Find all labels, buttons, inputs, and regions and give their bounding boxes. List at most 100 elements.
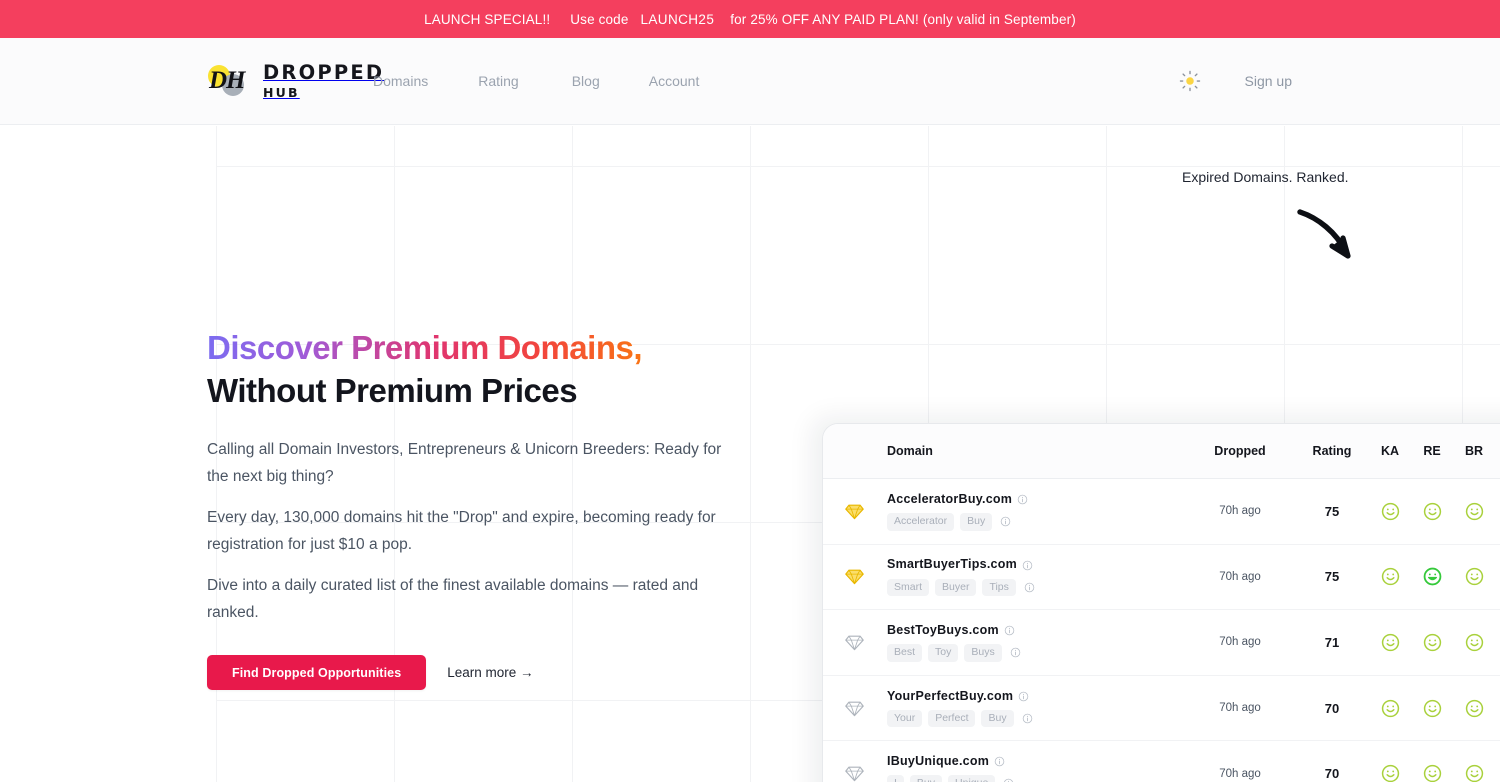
- hero-section: Expired Domains. Ranked. Discover Premiu…: [0, 126, 1500, 782]
- score-face-br[interactable]: [1453, 567, 1495, 586]
- logo-monogram: DH: [209, 67, 245, 94]
- table-row[interactable]: BestToyBuys.com Best Toy Buys 70h ago 71: [823, 610, 1500, 676]
- dropped-time: 70h ago: [1219, 570, 1261, 583]
- score-face-br[interactable]: [1453, 764, 1495, 782]
- table-body: AcceleratorBuy.com Accelerator Buy 70h ago 7…: [823, 479, 1500, 782]
- rating-score: 71: [1324, 634, 1340, 650]
- dropped-time: 70h ago: [1219, 702, 1261, 715]
- table-header-row: Domain Dropped Rating KA RE BR CC PS: [823, 424, 1500, 479]
- score-face-br[interactable]: [1453, 699, 1495, 718]
- table-row[interactable]: IBuyUnique.com I Buy Unique 70h ago 70: [823, 741, 1500, 782]
- column-header-re[interactable]: RE: [1411, 444, 1453, 458]
- column-header-br[interactable]: BR: [1453, 444, 1495, 458]
- announcement-promo-code: LAUNCH25: [640, 11, 715, 27]
- keyword-tag-list: Your Perfect Buy: [887, 709, 1185, 728]
- site-header: DH DROPPED HUB Domains Rating Blog Accou…: [0, 38, 1500, 125]
- table-row[interactable]: AcceleratorBuy.com Accelerator Buy 70h ago 7…: [823, 479, 1500, 545]
- info-icon[interactable]: [1024, 578, 1035, 596]
- domain-name[interactable]: YourPerfectBuy.com: [887, 689, 1185, 703]
- score-face-re[interactable]: [1411, 633, 1453, 652]
- score-face-cc[interactable]: [1495, 764, 1500, 782]
- score-face-cc[interactable]: [1495, 567, 1500, 586]
- keyword-tag[interactable]: Smart: [887, 578, 930, 597]
- keyword-tag-list: Best Toy Buys: [887, 644, 1185, 662]
- domain-cell: SmartBuyerTips.com Smart Buyer Tips: [885, 557, 1185, 597]
- domain-name[interactable]: BestToyBuys.com: [887, 623, 1185, 637]
- keyword-tag[interactable]: Perfect: [928, 709, 976, 728]
- info-icon[interactable]: [1017, 492, 1028, 506]
- score-face-cc[interactable]: [1495, 633, 1500, 652]
- column-header-ka[interactable]: KA: [1369, 444, 1411, 458]
- keyword-tag[interactable]: Best: [887, 644, 923, 662]
- score-face-re[interactable]: [1411, 567, 1453, 586]
- domain-name[interactable]: AcceleratorBuy.com: [887, 492, 1185, 506]
- info-icon[interactable]: [1018, 689, 1029, 703]
- gem-rank-icon: [823, 502, 885, 521]
- gem-rank-icon: [823, 699, 885, 718]
- domain-name[interactable]: SmartBuyerTips.com: [887, 557, 1185, 571]
- score-face-re[interactable]: [1411, 699, 1453, 718]
- logo-home-link[interactable]: DH DROPPED HUB: [208, 63, 384, 99]
- info-icon[interactable]: [1022, 710, 1033, 728]
- gem-rank-icon: [823, 764, 885, 782]
- score-face-ka[interactable]: [1369, 502, 1411, 521]
- nav-item-account[interactable]: Account: [649, 73, 726, 89]
- keyword-tag[interactable]: Your: [887, 709, 923, 728]
- learn-more-link[interactable]: Learn more →: [447, 665, 533, 680]
- score-face-ka[interactable]: [1369, 567, 1411, 586]
- keyword-tag[interactable]: Buys: [964, 644, 1002, 662]
- score-face-re[interactable]: [1411, 764, 1453, 782]
- nav-item-domains[interactable]: Domains: [373, 73, 478, 89]
- hero-copy: Discover Premium Domains, Without Premiu…: [207, 329, 747, 691]
- nav-item-rating[interactable]: Rating: [478, 73, 571, 89]
- announcement-part3: for 25% OFF ANY PAID PLAN! (only valid i…: [730, 11, 1076, 27]
- keyword-tag[interactable]: Accelerator: [887, 513, 955, 531]
- column-header-dropped[interactable]: Dropped: [1185, 444, 1295, 458]
- score-face-ka[interactable]: [1369, 699, 1411, 718]
- announcement-part2: Use code: [570, 11, 629, 27]
- sun-icon[interactable]: [1179, 70, 1201, 92]
- score-face-ka[interactable]: [1369, 633, 1411, 652]
- find-dropped-opportunities-button[interactable]: Find Dropped Opportunities: [207, 655, 427, 691]
- keyword-tag[interactable]: Unique: [948, 775, 996, 782]
- curved-arrow-down-right-icon: [1296, 206, 1366, 271]
- info-icon[interactable]: [1004, 623, 1015, 637]
- table-row[interactable]: SmartBuyerTips.com Smart Buyer Tips 70h ago 7…: [823, 545, 1500, 611]
- keyword-tag[interactable]: Toy: [928, 644, 959, 662]
- dropped-time: 70h ago: [1219, 636, 1261, 649]
- column-header-cc[interactable]: CC: [1495, 444, 1500, 458]
- hero-paragraph-2: Every day, 130,000 domains hit the "Drop…: [207, 508, 716, 554]
- domain-name[interactable]: IBuyUnique.com: [887, 754, 1185, 768]
- score-face-cc[interactable]: [1495, 502, 1500, 521]
- headline-line-2: Without Premium Prices: [207, 372, 578, 410]
- rating-score: 75: [1324, 569, 1340, 585]
- logo-wordmark: DROPPED HUB: [263, 63, 384, 99]
- keyword-tag[interactable]: Tips: [982, 578, 1016, 597]
- score-face-re[interactable]: [1411, 502, 1453, 521]
- info-icon[interactable]: [1000, 513, 1011, 531]
- announcement-part1: LAUNCH SPECIAL!!: [424, 11, 551, 27]
- table-row[interactable]: YourPerfectBuy.com Your Perfect Buy 70h ago 7…: [823, 676, 1500, 742]
- main-nav: Domains Rating Blog Account: [373, 73, 725, 89]
- column-header-rating[interactable]: Rating: [1295, 444, 1369, 458]
- score-face-br[interactable]: [1453, 633, 1495, 652]
- score-face-cc[interactable]: [1495, 699, 1500, 718]
- keyword-tag[interactable]: Buy: [909, 775, 943, 782]
- keyword-tag[interactable]: Buy: [960, 513, 993, 531]
- column-header-domain[interactable]: Domain: [885, 444, 1185, 458]
- domain-cell: BestToyBuys.com Best Toy Buys: [885, 623, 1185, 662]
- dropped-time: 70h ago: [1219, 505, 1261, 518]
- keyword-tag[interactable]: I: [887, 775, 904, 782]
- info-icon[interactable]: [1003, 775, 1014, 782]
- info-icon[interactable]: [1010, 644, 1021, 662]
- keyword-tag[interactable]: Buyer: [935, 578, 977, 597]
- nav-item-blog[interactable]: Blog: [572, 73, 649, 89]
- signup-link[interactable]: Sign up: [1245, 73, 1292, 89]
- score-face-br[interactable]: [1453, 502, 1495, 521]
- info-icon[interactable]: [994, 754, 1005, 768]
- logo-line2: HUB: [263, 84, 300, 100]
- score-face-ka[interactable]: [1369, 764, 1411, 782]
- info-icon[interactable]: [1022, 557, 1033, 571]
- keyword-tag[interactable]: Buy: [981, 709, 1014, 728]
- hero-paragraph-1: Calling all Domain Investors, Entreprene…: [207, 440, 722, 486]
